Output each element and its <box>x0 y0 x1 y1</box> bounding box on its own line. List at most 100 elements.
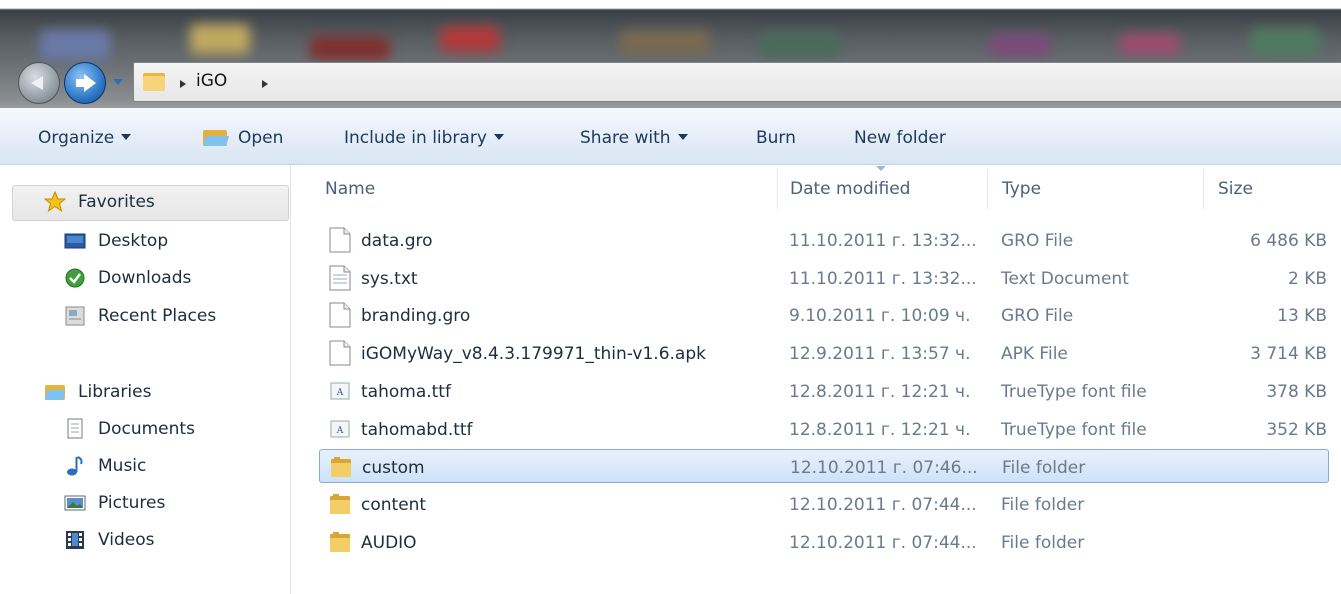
burn-button[interactable]: Burn <box>756 128 796 148</box>
breadcrumb-arrow-icon[interactable] <box>180 80 186 88</box>
column-divider[interactable] <box>777 169 778 209</box>
nav-item-desktop[interactable]: Desktop <box>64 228 274 256</box>
nav-item-downloads[interactable]: Downloads <box>64 265 274 293</box>
file-date-modified: 12.10.2011 г. 07:46... <box>790 458 978 479</box>
file-row[interactable]: Atahoma.ttf 12.8.2011 г. 12:21 ч. TrueType… <box>319 374 1329 408</box>
background-blur <box>1250 28 1320 56</box>
file-type: Text Document <box>1001 268 1129 289</box>
sort-indicator-icon <box>876 166 886 171</box>
desktop-icon <box>64 233 86 249</box>
nav-label: Recent Places <box>98 306 217 326</box>
column-divider[interactable] <box>1203 169 1204 209</box>
svg-text:A: A <box>336 388 344 398</box>
file-type: TrueType font file <box>1001 419 1147 440</box>
file-date-modified: 9.10.2011 г. 10:09 ч. <box>789 306 971 327</box>
column-header-date-modified[interactable]: Date modified <box>790 179 910 199</box>
file-type: GRO File <box>1001 231 1074 251</box>
file-name: AUDIO <box>361 532 417 553</box>
folder-icon <box>143 73 165 91</box>
breadcrumb-arrow-icon[interactable] <box>262 80 268 88</box>
nav-label: Videos <box>98 530 155 550</box>
nav-label: Libraries <box>78 382 152 402</box>
font-file-icon: A <box>329 416 351 442</box>
file-row[interactable]: content 12.10.2011 г. 07:44... File folder <box>319 487 1329 521</box>
file-name: data.gro <box>361 231 433 251</box>
new-folder-button[interactable]: New folder <box>854 128 946 148</box>
column-header-name[interactable]: Name <box>325 179 375 199</box>
file-name: sys.txt <box>361 268 418 289</box>
recent-places-icon <box>65 306 85 326</box>
background-blur <box>40 30 110 60</box>
organize-label: Organize <box>38 128 115 148</box>
nav-label: Pictures <box>98 493 166 513</box>
back-button[interactable] <box>18 62 60 104</box>
file-date-modified: 12.9.2011 г. 13:57 ч. <box>789 344 971 365</box>
nav-label: Music <box>98 456 147 476</box>
downloads-icon <box>65 268 85 288</box>
file-row[interactable]: AUDIO 12.10.2011 г. 07:44... File folder <box>319 525 1329 559</box>
background-blur <box>620 30 710 54</box>
file-date-modified: 12.8.2011 г. 12:21 ч. <box>789 419 971 440</box>
include-in-library-button[interactable]: Include in library <box>344 128 504 148</box>
file-size: 3 714 KB <box>1250 344 1327 365</box>
svg-text:A: A <box>336 426 344 436</box>
file-type: File folder <box>1001 494 1085 515</box>
breadcrumb-item[interactable]: iGO <box>196 71 227 91</box>
column-header-type[interactable]: Type <box>1002 179 1041 199</box>
file-type: File folder <box>1002 458 1086 479</box>
file-date-modified: 12.10.2011 г. 07:44... <box>789 532 977 553</box>
chevron-down-icon <box>121 134 132 140</box>
file-date-modified: 12.8.2011 г. 12:21 ч. <box>789 381 971 402</box>
file-row[interactable]: custom 12.10.2011 г. 07:46... File folder <box>319 449 1329 484</box>
open-button[interactable]: Open <box>238 128 283 148</box>
blank-file-icon <box>329 302 351 328</box>
file-type: APK File <box>1001 344 1068 365</box>
organize-button[interactable]: Organize <box>38 128 132 148</box>
file-name: tahoma.ttf <box>361 381 451 402</box>
nav-item-recent-places[interactable]: Recent Places <box>64 303 274 331</box>
navigation-pane: Favorites Desktop Downloads Recent Place… <box>0 165 291 594</box>
column-header-size[interactable]: Size <box>1218 179 1253 199</box>
folder-icon <box>329 529 351 555</box>
nav-item-videos[interactable]: Videos <box>64 527 274 555</box>
share-label: Share with <box>580 128 671 148</box>
chevron-down-icon <box>677 134 688 140</box>
column-divider[interactable] <box>987 169 988 209</box>
share-with-button[interactable]: Share with <box>580 128 688 148</box>
folder-icon <box>330 454 352 480</box>
file-list: Name Date modified Type Size data.gro 11.… <box>291 165 1341 594</box>
file-row[interactable]: Atahomabd.ttf 12.8.2011 г. 12:21 ч. TrueTy… <box>319 412 1329 446</box>
file-size: 352 KB <box>1266 419 1327 440</box>
chevron-down-icon <box>493 134 504 140</box>
file-row[interactable]: data.gro 11.10.2011 г. 13:32... GRO File 6 … <box>319 223 1329 257</box>
nav-item-documents[interactable]: Documents <box>64 416 274 444</box>
file-row[interactable]: branding.gro 9.10.2011 г. 10:09 ч. GRO Fil… <box>319 298 1329 332</box>
font-file-icon: A <box>329 378 351 404</box>
documents-icon <box>67 418 83 439</box>
background-blur <box>990 34 1050 56</box>
file-name: branding.gro <box>361 306 471 327</box>
address-bar[interactable]: iGO <box>133 62 1341 102</box>
file-date-modified: 11.10.2011 г. 13:32... <box>789 268 977 289</box>
file-size: 2 KB <box>1287 268 1327 289</box>
recent-pages-chevron-icon[interactable] <box>113 79 123 85</box>
forward-button[interactable] <box>64 62 106 104</box>
include-label: Include in library <box>344 128 487 148</box>
nav-item-libraries[interactable]: Libraries <box>44 379 274 407</box>
folder-icon <box>329 491 351 517</box>
file-size: 13 KB <box>1277 306 1327 327</box>
open-folder-icon <box>203 130 229 146</box>
nav-item-pictures[interactable]: Pictures <box>64 490 274 518</box>
file-row[interactable]: iGOMyWay_v8.4.3.179971_thin-v1.6.apk 12.9… <box>319 336 1329 370</box>
nav-label: Downloads <box>98 268 192 288</box>
file-name: tahomabd.ttf <box>361 419 473 440</box>
blank-file-icon <box>329 227 351 253</box>
file-row[interactable]: sys.txt 11.10.2011 г. 13:32... Text Docume… <box>319 261 1329 295</box>
nav-item-music[interactable]: Music <box>64 453 274 481</box>
star-icon <box>44 191 66 213</box>
title-bar: iGO <box>0 0 1341 108</box>
blank-file-icon <box>329 340 351 366</box>
file-size: 378 KB <box>1266 381 1327 402</box>
nav-item-favorites[interactable]: Favorites <box>44 189 274 217</box>
file-name: content <box>361 494 427 515</box>
